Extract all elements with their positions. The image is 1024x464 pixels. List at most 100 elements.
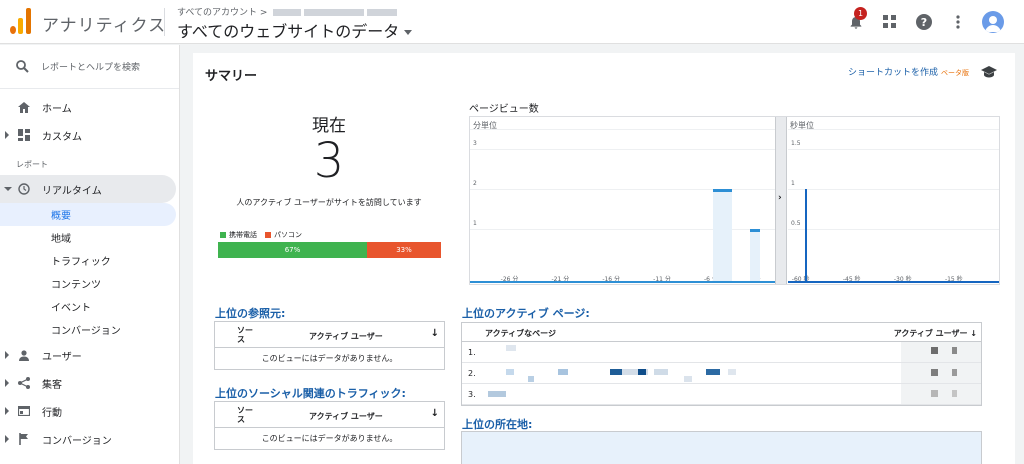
- sidebar-item-label: 行動: [42, 407, 62, 419]
- view-selector[interactable]: すべてのウェブサイトのデータ: [177, 18, 413, 42]
- y-tick-label: 3: [473, 140, 477, 147]
- acquisition-icon: [17, 376, 31, 390]
- view-name: すべてのウェブサイトのデータ: [177, 22, 400, 41]
- device-share-mobile: 67%: [218, 242, 367, 258]
- sidebar-subitem-overview[interactable]: 概要: [0, 203, 176, 226]
- analytics-logo[interactable]: [10, 8, 32, 34]
- locations-map[interactable]: [461, 431, 982, 464]
- help-icon: ?: [916, 14, 932, 30]
- sidebar-subitem-events[interactable]: イベント: [0, 295, 176, 318]
- account-path-text: すべてのアカウント >: [177, 8, 271, 18]
- redacted-text: [558, 369, 568, 375]
- sidebar-item-label: コンバージョン: [42, 435, 112, 447]
- redacted-text: [952, 390, 957, 397]
- sidebar-item-custom[interactable]: カスタム: [0, 121, 179, 149]
- redacted-text: [506, 369, 514, 375]
- row-value: [901, 384, 981, 404]
- minute-bar-top: [712, 189, 732, 192]
- sidebar-item-behavior[interactable]: 行動: [0, 397, 179, 425]
- create-shortcut-label: ショートカットを作成: [847, 68, 938, 78]
- legend-label: パソコン: [274, 231, 302, 239]
- table-header: アクティブなページ アクティブ ユーザー ↓: [462, 323, 981, 342]
- more-options-button[interactable]: [948, 12, 968, 32]
- sidebar-item-audience[interactable]: ユーザー: [0, 341, 179, 369]
- col-active-users-label: アクティブ ユーザー: [893, 329, 968, 338]
- row-number: 1.: [468, 348, 476, 357]
- gridline: [470, 129, 775, 130]
- notifications-button[interactable]: 1: [846, 7, 867, 32]
- sidebar-subitem-traffic[interactable]: トラフィック: [0, 249, 176, 272]
- sidebar-search[interactable]: レポートとヘルプを検索: [0, 45, 179, 89]
- sidebar-item-realtime[interactable]: リアルタイム: [0, 175, 176, 203]
- table-header: ソース アクティブ ユーザー ↓: [215, 322, 444, 348]
- main-content: サマリー ショートカットを作成 ベータ版 現在 3 人のアクティブ ユーザーがサイ…: [193, 53, 1015, 464]
- sidebar-subitem-conversions[interactable]: コンバージョン: [0, 318, 176, 341]
- col-source: ソース: [237, 406, 253, 424]
- gridline: [788, 229, 999, 230]
- table-row[interactable]: 1.: [462, 342, 981, 363]
- sidebar-item-label: リアルタイム: [42, 185, 102, 197]
- pageviews-title: ページビュー数: [469, 104, 539, 115]
- panel-splitter[interactable]: ›: [775, 117, 787, 284]
- y-tick-label: 2: [473, 180, 477, 187]
- legend-swatch: [265, 232, 271, 238]
- arrow-down-icon: ↓: [970, 329, 977, 338]
- sidebar-item-conversions[interactable]: コンバージョン: [0, 425, 179, 453]
- svg-text:?: ?: [921, 16, 927, 29]
- sidebar-item-acquisition[interactable]: 集客: [0, 369, 179, 397]
- arrow-down-icon[interactable]: ↓: [431, 328, 439, 339]
- header-actions: 1 ?: [846, 7, 1004, 34]
- device-legend: 携帯電話 パソコン: [220, 230, 302, 240]
- apps-button[interactable]: [880, 12, 900, 32]
- behavior-icon: [17, 404, 31, 418]
- top-bar: アナリティクス すべてのアカウント > すべてのウェブサイトのデータ 1 ?: [0, 0, 1024, 44]
- col-active-users: アクティブ ユーザー: [309, 412, 383, 421]
- help-button[interactable]: ?: [914, 12, 934, 32]
- redacted-text: [728, 369, 736, 375]
- account-breadcrumb[interactable]: すべてのアカウント >: [177, 5, 398, 18]
- academy-button[interactable]: [981, 63, 997, 82]
- top-active-pages-title: 上位のアクティブ ページ:: [462, 305, 590, 323]
- redacted-text: [706, 369, 720, 375]
- redacted-text: [952, 369, 957, 376]
- sidebar-item-home[interactable]: ホーム: [0, 93, 179, 121]
- search-placeholder: レポートとヘルプを検索: [41, 63, 141, 73]
- social-table: ソース アクティブ ユーザー ↓ このビューにはデータがありません。: [214, 401, 445, 450]
- avatar[interactable]: [982, 11, 1004, 33]
- app-title: アナリティクス: [42, 16, 167, 36]
- table-row[interactable]: 2.: [462, 363, 981, 384]
- home-icon: [17, 100, 31, 114]
- chevron-right-icon: [5, 131, 9, 139]
- row-value: [901, 363, 981, 383]
- col-active-users: アクティブ ユーザー: [309, 332, 383, 341]
- sidebar-subitem-content[interactable]: コンテンツ: [0, 272, 176, 295]
- beta-badge: ベータ版: [941, 69, 969, 77]
- redacted-text: [488, 391, 506, 397]
- y-tick-label: 0.5: [791, 220, 801, 227]
- col-active-users[interactable]: アクティブ ユーザー ↓: [894, 328, 977, 339]
- second-baseline: [788, 281, 999, 283]
- row-number: 3.: [468, 390, 476, 399]
- create-shortcut-link[interactable]: ショートカットを作成 ベータ版: [848, 65, 969, 78]
- legend-item-mobile: 携帯電話: [220, 230, 257, 240]
- chevron-right-icon: [5, 435, 9, 443]
- user-avatar-icon: [985, 16, 1001, 32]
- more-vert-icon: [956, 15, 960, 29]
- chevron-down-icon: [404, 30, 413, 35]
- empty-message: このビューにはデータがありません。: [261, 434, 398, 443]
- arrow-down-icon[interactable]: ↓: [431, 408, 439, 419]
- notification-badge: 1: [854, 7, 867, 20]
- col-active-page: アクティブなページ: [485, 329, 556, 338]
- chevron-right-icon: [5, 379, 9, 387]
- search-icon: [16, 60, 29, 73]
- person-icon: [17, 348, 31, 362]
- chevron-down-icon: [4, 187, 12, 191]
- legend-item-desktop: パソコン: [265, 230, 302, 240]
- sidebar-item-label: ホーム: [42, 103, 72, 115]
- gridline: [788, 129, 999, 130]
- sidebar-subitem-locations[interactable]: 地域: [0, 226, 176, 249]
- chevron-right-icon: [5, 351, 9, 359]
- table-row[interactable]: 3.: [462, 384, 981, 405]
- redacted-text: [952, 347, 957, 354]
- y-tick-label: 1: [791, 180, 795, 187]
